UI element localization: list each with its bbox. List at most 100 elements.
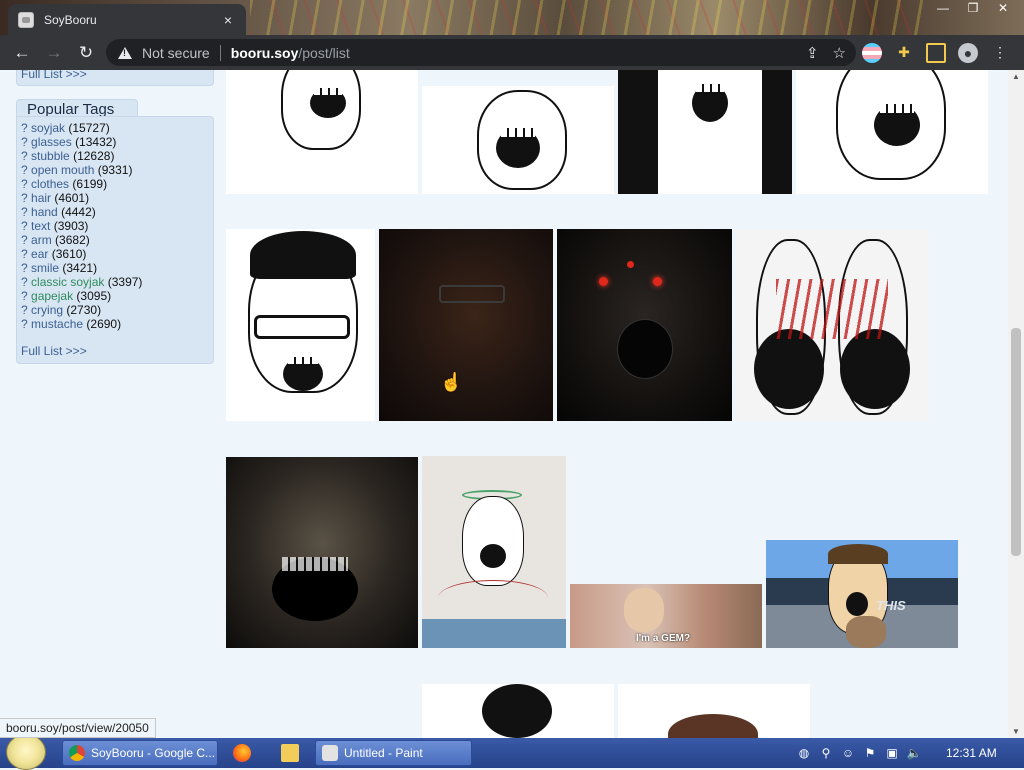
full-list-link-top[interactable]: Full List >>> xyxy=(21,70,87,81)
display-icon[interactable]: ▣ xyxy=(884,745,900,761)
volume-icon[interactable]: 🔈 xyxy=(906,745,922,761)
scrollbar-thumb[interactable] xyxy=(1011,328,1021,556)
omnibox-actions: ⇪ ☆ xyxy=(806,44,846,62)
profile-avatar-icon[interactable]: ● xyxy=(958,42,978,63)
tag-link[interactable]: arm xyxy=(31,233,52,247)
post-thumbnail[interactable]: THIS xyxy=(766,540,958,648)
tag-count: (3903) xyxy=(53,219,89,233)
tag-link[interactable]: soyjak xyxy=(31,121,65,135)
tag-help-link[interactable]: ? xyxy=(21,275,28,289)
close-window-button[interactable]: ✕ xyxy=(988,0,1018,18)
extensions-puzzle-icon[interactable]: ✚ xyxy=(894,43,914,63)
tag-count: (3421) xyxy=(62,261,98,275)
tag-help-link[interactable]: ? xyxy=(21,219,28,233)
tag-link[interactable]: mustache xyxy=(31,317,83,331)
tag-count: (3610) xyxy=(51,247,87,261)
full-list-link[interactable]: Full List >>> xyxy=(21,344,87,358)
firefox-icon[interactable] xyxy=(233,744,251,762)
tag-help-link[interactable]: ? xyxy=(21,233,28,247)
post-thumbnail[interactable] xyxy=(379,229,553,421)
post-thumbnail[interactable] xyxy=(422,86,614,194)
tag-link[interactable]: crying xyxy=(31,303,63,317)
post-thumbnail[interactable]: I'm a GEM? xyxy=(570,584,762,648)
thumbnail-art xyxy=(480,544,506,568)
post-thumbnail[interactable] xyxy=(226,70,418,194)
kebab-menu-icon[interactable]: ⋮ xyxy=(990,43,1010,63)
back-button[interactable]: ← xyxy=(6,37,38,69)
post-thumbnail[interactable] xyxy=(422,456,566,648)
post-thumbnail[interactable] xyxy=(736,229,928,421)
start-button[interactable] xyxy=(6,734,46,770)
background-sign-text: THIS xyxy=(876,598,906,613)
network-globe-icon[interactable]: ◍ xyxy=(796,745,812,761)
tag-help-link[interactable]: ? xyxy=(21,177,28,191)
side-panel-icon[interactable] xyxy=(926,42,946,63)
restore-button[interactable]: ❐ xyxy=(958,0,988,18)
taskbar-clock[interactable]: 12:31 AM xyxy=(946,738,997,768)
minimize-button[interactable]: — xyxy=(928,0,958,18)
tag-link[interactable]: hair xyxy=(31,191,51,205)
share-icon[interactable]: ⇪ xyxy=(806,44,819,62)
search-magnifier-icon[interactable]: ⚲ xyxy=(818,745,834,761)
bookmark-star-icon[interactable]: ☆ xyxy=(833,44,846,62)
tag-help-link[interactable]: ? xyxy=(21,163,28,177)
forward-button[interactable]: → xyxy=(38,37,70,69)
scroll-up-arrow-icon[interactable]: ▲ xyxy=(1012,72,1020,81)
tag-link[interactable]: classic soyjak xyxy=(31,275,104,289)
security-flag-icon[interactable]: ⚑ xyxy=(862,745,878,761)
site-favicon-icon xyxy=(18,11,34,28)
thumbnail-art xyxy=(776,279,888,339)
taskbar-paint-window[interactable]: Untitled - Paint xyxy=(315,740,472,766)
tag-link[interactable]: clothes xyxy=(31,177,69,191)
post-thumbnail[interactable] xyxy=(618,684,810,738)
tag-link[interactable]: gapejak xyxy=(31,289,73,303)
tag-help-link[interactable]: ? xyxy=(21,317,28,331)
security-label[interactable]: Not secure xyxy=(142,45,210,61)
thumbnail-art xyxy=(879,104,915,114)
scroll-down-arrow-icon[interactable]: ▼ xyxy=(1012,727,1020,736)
post-thumbnail[interactable] xyxy=(422,684,614,738)
tag-help-link[interactable]: ? xyxy=(21,191,28,205)
thumbnail-art xyxy=(482,684,552,738)
popular-tag-item: ? arm (3682) xyxy=(21,233,142,247)
reload-button[interactable]: ↻ xyxy=(70,37,102,69)
address-bar[interactable]: Not secure booru.soy/post/list ⇪ ☆ xyxy=(106,39,856,66)
tag-count: (4442) xyxy=(61,205,96,219)
tag-link[interactable]: stubble xyxy=(31,149,70,163)
popular-tag-item: ? ear (3610) xyxy=(21,247,142,261)
tag-help-link[interactable]: ? xyxy=(21,303,28,317)
tab-close-icon[interactable]: × xyxy=(220,12,236,28)
smiley-icon[interactable]: ☺ xyxy=(840,745,856,761)
tag-link[interactable]: hand xyxy=(31,205,58,219)
taskbar-chrome-window[interactable]: SoyBooru - Google C... xyxy=(62,740,218,766)
post-thumbnail[interactable] xyxy=(226,229,375,421)
thumbnail-art xyxy=(282,557,348,572)
page-scrollbar[interactable]: ▲ ▼ xyxy=(1008,70,1024,738)
tag-help-link[interactable]: ? xyxy=(21,205,28,219)
url-path[interactable]: /post/list xyxy=(298,45,349,61)
tag-help-link[interactable]: ? xyxy=(21,261,28,275)
tag-link[interactable]: open mouth xyxy=(31,163,94,177)
warning-icon[interactable] xyxy=(118,46,132,59)
trans-flag-extension-icon[interactable] xyxy=(862,42,882,63)
folder-icon[interactable] xyxy=(281,744,299,762)
tag-help-link[interactable]: ? xyxy=(21,135,28,149)
post-thumbnail[interactable] xyxy=(618,70,792,194)
url-host[interactable]: booru.soy xyxy=(231,45,299,61)
tag-link[interactable]: ear xyxy=(31,247,48,261)
thumbnail-art xyxy=(627,261,634,268)
window-controls: — ❐ ✕ xyxy=(928,0,1018,18)
post-thumbnail[interactable] xyxy=(796,70,988,194)
post-thumbnail[interactable] xyxy=(557,229,732,421)
tag-help-link[interactable]: ? xyxy=(21,247,28,261)
tag-help-link[interactable]: ? xyxy=(21,149,28,163)
tag-link[interactable]: text xyxy=(31,219,50,233)
tag-link[interactable]: smile xyxy=(31,261,59,275)
post-thumbnail[interactable] xyxy=(226,457,418,648)
browser-tab-soybooru[interactable]: SoyBooru × xyxy=(8,4,246,35)
thumbnail-art xyxy=(287,357,319,365)
tag-link[interactable]: glasses xyxy=(31,135,72,149)
tag-help-link[interactable]: ? xyxy=(21,121,28,135)
thumbnail-art xyxy=(310,88,346,118)
tag-help-link[interactable]: ? xyxy=(21,289,28,303)
